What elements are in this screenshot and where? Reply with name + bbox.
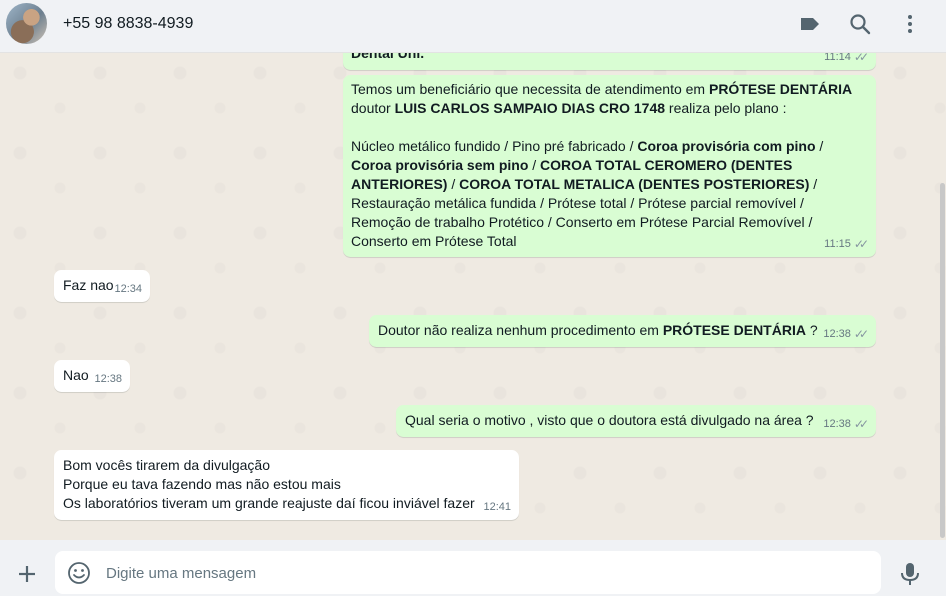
text-run: / xyxy=(809,176,818,192)
text-run-bold: Coroa provisória sem pino xyxy=(351,157,529,173)
read-ticks-icon: ✓✓ xyxy=(853,237,869,251)
mic-icon[interactable] xyxy=(898,561,922,587)
message-outgoing[interactable]: Dental Uni. 11:14 ✓✓ xyxy=(343,53,876,70)
message-meta: 12:38 xyxy=(94,370,122,389)
search-icon[interactable] xyxy=(848,12,872,36)
more-vertical-icon[interactable] xyxy=(898,12,922,36)
text-run: doutor xyxy=(351,100,395,116)
message-time: 11:14 xyxy=(824,53,851,63)
message-time: 12:38 xyxy=(823,418,851,430)
text-run-bold: LUIS CARLOS SAMPAIO DIAS CRO 1748 xyxy=(394,100,666,116)
message-meta: 11:15 ✓✓ xyxy=(824,235,869,254)
message-input-placeholder[interactable]: Digite uma mensagem xyxy=(106,565,256,582)
scrollbar[interactable] xyxy=(940,183,945,538)
message-meta: 12:38 ✓✓ xyxy=(823,415,869,434)
message-text: Faz nao xyxy=(63,277,114,293)
text-run: realiza pelo plano : xyxy=(665,100,787,116)
text-run-bold: PRÓTESE DENTÁRIA xyxy=(708,81,853,97)
message-time: 11:15 xyxy=(824,238,851,250)
message-text: Nao xyxy=(63,367,89,383)
text-line: Bom vocês tirarem da divulgação xyxy=(63,457,270,473)
text-run: Conserto em Prótese Total xyxy=(351,233,517,249)
message-meta: 11:14 ✓✓ xyxy=(824,53,869,67)
message-incoming[interactable]: Bom vocês tirarem da divulgação Porque e… xyxy=(54,450,519,520)
message-text: Bom vocês tirarem da divulgação Porque e… xyxy=(63,456,475,513)
message-time: 12:38 xyxy=(823,328,851,340)
message-time: 12:41 xyxy=(483,501,511,513)
message-incoming[interactable]: Nao 12:38 xyxy=(54,360,130,392)
read-ticks-icon: ✓✓ xyxy=(853,53,869,64)
message-time: 12:34 xyxy=(114,283,142,295)
text-run-bold: COROA TOTAL CEROMERO (DENTES xyxy=(540,157,793,173)
message-meta: 12:41 xyxy=(483,498,511,517)
message-outgoing[interactable]: Doutor não realiza nenhum procedimento e… xyxy=(369,315,876,347)
text-run-bold: Coroa provisória com pino xyxy=(637,138,816,154)
message-incoming[interactable]: Faz nao 12:34 xyxy=(54,270,150,302)
text-run: Temos um beneficiário que necessita de a… xyxy=(351,81,709,97)
message-text: Doutor não realiza nenhum procedimento e… xyxy=(378,321,818,340)
emoji-icon[interactable] xyxy=(67,561,91,585)
text-line: Os laboratórios tiveram um grande reajus… xyxy=(63,495,475,511)
text-run: / xyxy=(815,138,824,154)
chat-header: +55 98 8838-4939 xyxy=(0,0,946,53)
message-meta: 12:34 xyxy=(114,280,142,299)
read-ticks-icon: ✓✓ xyxy=(853,417,869,431)
message-outgoing[interactable]: Temos um beneficiário que necessita de a… xyxy=(343,75,876,257)
plus-icon[interactable] xyxy=(14,561,40,587)
message-text: Temos um beneficiário que necessita de a… xyxy=(351,80,866,251)
text-run-bold: PRÓTESE DENTÁRIA xyxy=(662,322,806,338)
message-text: Dental Uni. xyxy=(351,53,425,61)
text-run: Núcleo metálico fundido / Pino pré fabri… xyxy=(351,138,638,154)
message-text: Qual seria o motivo , visto que o doutor… xyxy=(405,412,814,428)
message-outgoing[interactable]: Qual seria o motivo , visto que o doutor… xyxy=(396,405,876,437)
read-ticks-icon: ✓✓ xyxy=(853,327,869,341)
text-run-bold: COROA TOTAL METALICA (DENTES POSTERIORES… xyxy=(459,176,810,192)
text-run: / xyxy=(528,157,541,173)
text-run: / xyxy=(447,176,460,192)
text-run: Restauração metálica fundida / Prótese t… xyxy=(351,195,804,211)
avatar[interactable] xyxy=(6,3,47,44)
message-time: 12:38 xyxy=(94,373,122,385)
message-list[interactable]: Dental Uni. 11:14 ✓✓ Temos um beneficiár… xyxy=(0,53,946,540)
message-meta: 12:38 ✓✓ xyxy=(823,325,869,344)
text-line: Porque eu tava fazendo mas não estou mai… xyxy=(63,476,341,492)
text-run: Doutor não realiza nenhum procedimento e… xyxy=(378,322,663,338)
text-run: Remoção de trabalho Protético / Conserto… xyxy=(351,214,813,230)
label-icon[interactable] xyxy=(798,12,822,36)
contact-name[interactable]: +55 98 8838-4939 xyxy=(63,15,193,33)
text-run: ? xyxy=(805,322,818,338)
text-run-bold: ANTERIORES) xyxy=(351,176,448,192)
